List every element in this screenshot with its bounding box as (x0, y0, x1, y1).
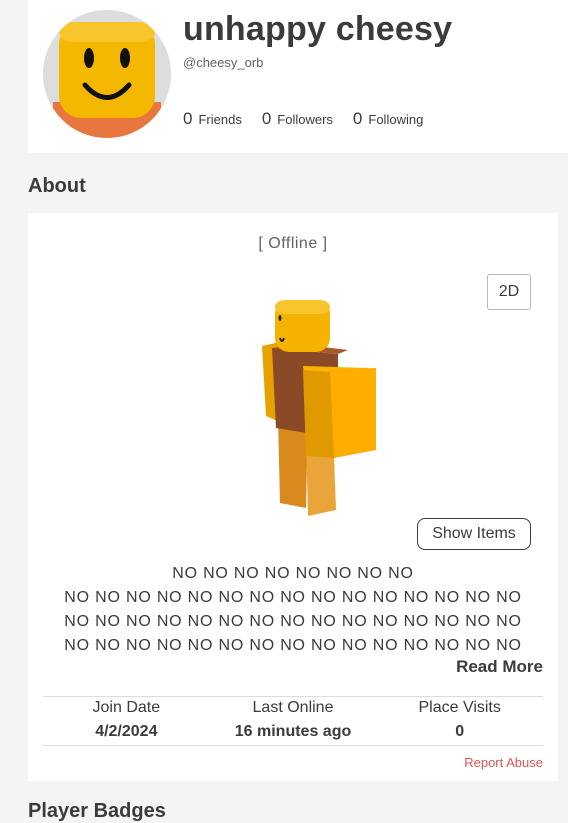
description-line: NO NO NO NO NO NO NO NO NO NO NO NO NO N… (64, 589, 522, 606)
profile-header-card: unhappy cheesy @cheesy_orb 0 Friends 0 Fol… (28, 0, 568, 153)
read-more-link[interactable]: Read More (456, 657, 543, 677)
place-visits-label: Place Visits (418, 699, 501, 716)
following-label: Following (368, 112, 424, 127)
report-abuse-link[interactable]: Report Abuse (464, 755, 543, 770)
place-visits-info: Place Visits 0 (376, 699, 543, 741)
divider (43, 745, 543, 746)
join-date-label: Join Date (92, 699, 161, 716)
display-name: unhappy cheesy (183, 10, 453, 48)
friends-stat[interactable]: 0 Friends (183, 109, 242, 129)
last-online-value: 16 minutes ago (234, 723, 352, 740)
followers-stat[interactable]: 0 Followers (262, 109, 333, 129)
social-stats: 0 Friends 0 Followers 0 Following (183, 109, 423, 129)
show-items-button[interactable]: Show Items (417, 518, 531, 550)
description-line: NO NO NO NO NO NO NO NO NO NO NO NO NO N… (64, 637, 522, 654)
presence-status: [ Offline ] (258, 235, 328, 252)
avatar[interactable] (43, 10, 171, 138)
following-count: 0 (352, 109, 363, 128)
place-visits-value: 0 (455, 723, 465, 740)
avatar-headshot-image (43, 10, 171, 138)
about-card: [ Offline ] 2D Show Items NO NO NO NO NO… (28, 213, 558, 781)
last-online-label: Last Online (252, 699, 334, 716)
profile-info-row: Join Date 4/2/2024 Last Online 16 minute… (43, 699, 543, 741)
join-date-info: Join Date 4/2/2024 (43, 699, 210, 741)
last-online-info: Last Online 16 minutes ago (210, 699, 377, 741)
friends-count: 0 (183, 109, 193, 128)
profile-description: NO NO NO NO NO NO NO NO NO NO NO NO NO N… (38, 562, 548, 658)
about-section-title: About (28, 175, 86, 197)
following-stat[interactable]: 0 Following (353, 109, 423, 129)
friends-label: Friends (198, 112, 242, 127)
avatar-3d-render[interactable] (258, 298, 383, 523)
join-date-value: 4/2/2024 (95, 723, 158, 740)
followers-label: Followers (277, 112, 333, 127)
player-badges-section-title: Player Badges (28, 800, 166, 822)
username-handle: @cheesy_orb (183, 55, 264, 70)
description-line: NO NO NO NO NO NO NO NO (172, 565, 414, 582)
divider (43, 696, 543, 697)
description-line: NO NO NO NO NO NO NO NO NO NO NO NO NO N… (64, 613, 522, 630)
view-2d-toggle-button[interactable]: 2D (487, 274, 531, 310)
followers-count: 0 (261, 109, 272, 128)
